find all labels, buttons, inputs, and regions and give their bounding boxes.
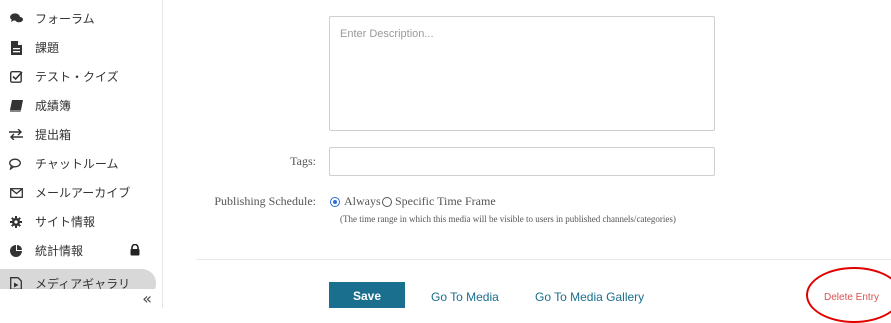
sidebar-item-forum[interactable]: フォーラム <box>0 4 162 33</box>
description-field-wrapper <box>329 16 715 131</box>
checkbox-icon <box>9 70 23 84</box>
comments-icon <box>9 12 23 26</box>
chat-icon <box>9 157 23 171</box>
sidebar-item-label: フォーラム <box>35 12 95 26</box>
sidebar-item-label: 成績簿 <box>35 99 72 113</box>
divider <box>196 259 891 260</box>
sidebar-item-assignments[interactable]: 課題 <box>0 33 162 62</box>
file-icon <box>9 40 23 55</box>
sidebar-item-label: メールアーカイブ <box>35 186 131 200</box>
sidebar-item-site-info[interactable]: サイト情報 <box>0 207 162 236</box>
always-radio-label[interactable]: Always <box>344 194 381 209</box>
sidebar-item-dropbox[interactable]: 提出箱 <box>0 120 162 149</box>
tags-input[interactable] <box>329 147 715 176</box>
always-radio[interactable] <box>330 197 340 207</box>
go-to-media-gallery-link[interactable]: Go To Media Gallery <box>535 290 644 304</box>
delete-entry-link[interactable]: Delete Entry <box>824 292 879 303</box>
lock-icon <box>130 243 142 258</box>
sidebar-item-label: 統計情報 <box>35 244 84 258</box>
sidebar-collapse-button[interactable]: « <box>0 289 162 308</box>
description-textarea[interactable] <box>330 17 714 130</box>
sidebar-item-statistics[interactable]: 統計情報 <box>0 236 162 265</box>
sidebar-item-label: テスト・クイズ <box>35 70 119 84</box>
sidebar-item-label: チャットルーム <box>35 157 119 171</box>
gear-icon <box>9 215 23 229</box>
pie-chart-icon <box>9 244 23 258</box>
exchange-icon <box>9 128 23 142</box>
sidebar-item-label: 課題 <box>35 41 60 55</box>
specific-time-frame-radio-label[interactable]: Specific Time Frame <box>395 194 496 209</box>
save-button[interactable]: Save <box>329 282 405 308</box>
publishing-hint: (The time range in which this media will… <box>340 214 676 224</box>
sidebar-item-gradebook[interactable]: 成績簿 <box>0 91 162 120</box>
sidebar-item-mail-archive[interactable]: メールアーカイブ <box>0 178 162 207</box>
sidebar-item-chatroom[interactable]: チャットルーム <box>0 149 162 178</box>
book-icon <box>9 99 23 113</box>
envelope-icon <box>9 186 23 200</box>
sidebar: フォーラム 課題 テスト・クイズ 成績簿 提出箱 チャットルーム メールアーカイ… <box>0 0 163 308</box>
publishing-schedule-label: Publishing Schedule: <box>214 194 316 208</box>
sidebar-item-label: サイト情報 <box>35 215 96 229</box>
tags-label: Tags: <box>290 154 316 168</box>
go-to-media-link[interactable]: Go To Media <box>431 290 499 304</box>
double-chevron-left-icon: « <box>142 289 152 308</box>
sidebar-item-label: 提出箱 <box>35 128 72 142</box>
specific-time-frame-radio[interactable] <box>382 197 392 207</box>
sidebar-item-tests[interactable]: テスト・クイズ <box>0 62 162 91</box>
